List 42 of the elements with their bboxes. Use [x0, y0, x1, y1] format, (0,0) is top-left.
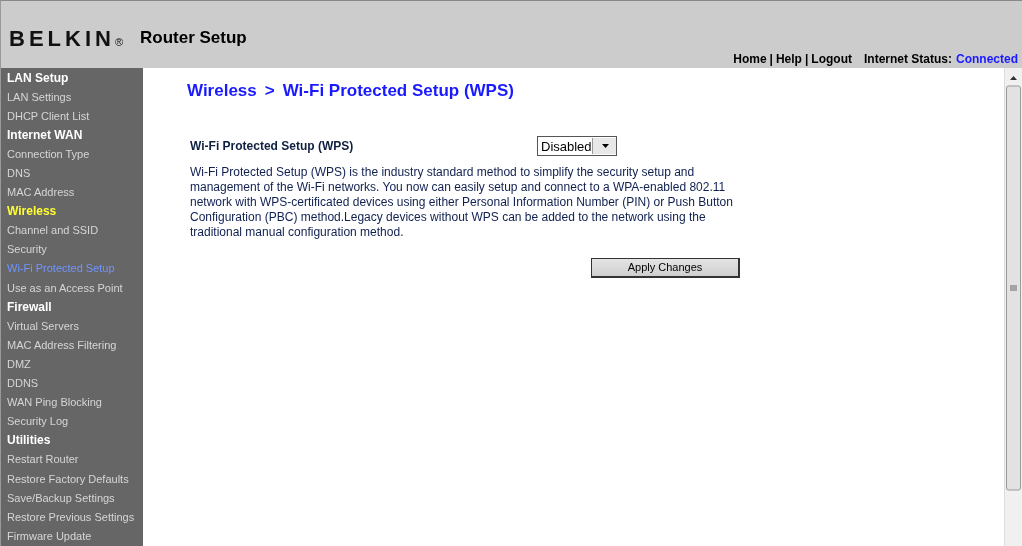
nav-separator: | — [769, 52, 773, 66]
sidebar-link[interactable]: MAC Address — [7, 186, 75, 199]
caret-icon — [602, 144, 610, 148]
page-title: Router Setup — [140, 28, 247, 48]
wps-dropdown[interactable]: Disabled — [537, 136, 617, 156]
nav-separator: | — [804, 52, 809, 66]
scrollbar[interactable] — [1004, 68, 1022, 546]
status-label: Internet Status: — [863, 52, 952, 66]
breadcrumb-text: Wi-Fi Protected Setup (WPS) — [282, 81, 514, 101]
belkin-logo: BELKIN® — [9, 26, 123, 52]
sidebar-heading: Utilities — [7, 433, 51, 448]
nav-link[interactable]: Home — [733, 52, 767, 66]
sidebar-link[interactable]: DDNS — [7, 377, 39, 390]
sidebar-link[interactable]: Security Log — [7, 415, 69, 428]
nav-link[interactable]: Logout — [811, 52, 852, 66]
sidebar-heading: Internet WAN — [7, 127, 83, 142]
sidebar-heading: Wireless — [7, 204, 57, 219]
field-label: Wi-Fi Protected Setup (WPS) — [190, 139, 355, 153]
apply-button[interactable]: Apply Changes — [591, 257, 740, 278]
sidebar-link[interactable]: Restore Previous Settings — [7, 510, 135, 523]
sidebar-link[interactable]: DHCP Client List — [7, 109, 90, 122]
sidebar-link[interactable]: MAC Address Filtering — [7, 338, 117, 351]
sidebar-link[interactable]: Connection Type — [7, 147, 90, 160]
sidebar-heading: LAN Setup — [7, 70, 69, 85]
sidebar-link[interactable]: Security — [7, 243, 47, 256]
breadcrumb-text: Wireless — [187, 81, 257, 101]
sidebar-link[interactable]: DMZ — [7, 357, 31, 370]
nav-link[interactable]: Help — [775, 52, 802, 66]
sidebar-link[interactable]: Save/Backup Settings — [7, 491, 115, 504]
sidebar-link[interactable]: Use as an Access Point — [7, 281, 123, 294]
sidebar-link[interactable]: LAN Settings — [7, 90, 72, 103]
sidebar-link[interactable]: Virtual Servers — [7, 319, 79, 332]
description-text: Wi-Fi Protected Setup (WPS) is the industry standard method to simplify the security setup and management of the Wi-Fi networks. You now can easily setup and connect to a WPA-enabled 802.11 network with WPS-certificated devices using either Personal Information Number (PIN) or Push Button Configuration (PBC) method.Legacy devices without WPS can be added to the network using the traditional manual configuration method. — [190, 165, 734, 240]
sidebar-link[interactable]: Restart Router — [7, 453, 79, 466]
sidebar-link[interactable]: WAN Ping Blocking — [7, 396, 102, 409]
status-value: Connected — [956, 52, 1018, 66]
breadcrumb-text: > — [264, 81, 275, 101]
sidebar-heading: Firewall — [7, 299, 52, 314]
sidebar-link[interactable]: Firmware Update — [7, 529, 92, 542]
sidebar-link[interactable]: Channel and SSID — [7, 224, 99, 237]
sidebar-link[interactable]: Restore Factory Defaults — [7, 472, 129, 485]
sidebar-link[interactable]: DNS — [7, 167, 31, 179]
